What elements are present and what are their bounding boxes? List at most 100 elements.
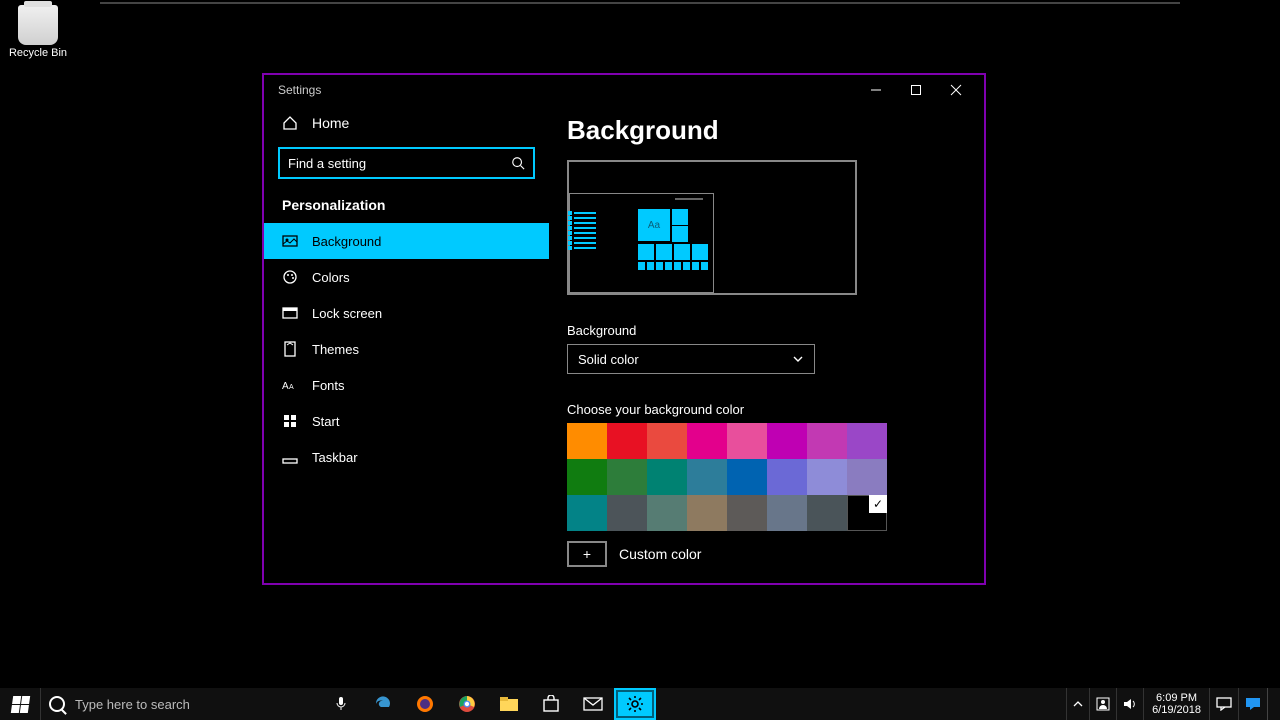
svg-text:A: A [289,384,294,391]
chevron-down-icon [792,353,804,365]
sidebar: Home Personalization Background Colors Loc… [264,105,549,583]
system-tray: 6:09 PM 6/19/2018 [1066,688,1280,720]
nav-item-background[interactable]: Background [264,223,549,259]
nav-icon [282,305,298,321]
background-preview: Aa [567,160,857,295]
desktop-icon-recycle-bin[interactable]: Recycle Bin [8,5,68,59]
color-swatch[interactable] [807,495,847,531]
taskbar: Type here to search 6:09 PM 6/19/2018 [0,688,1280,720]
chrome-icon[interactable] [446,688,488,720]
windows-logo-icon [10,696,29,713]
nav-label: Colors [312,270,350,285]
color-swatch[interactable] [607,423,647,459]
tray-overflow-icon[interactable] [1066,688,1089,720]
titlebar[interactable]: Settings [264,75,984,105]
section-header: Personalization [264,189,549,223]
search-icon [511,156,525,170]
color-swatch[interactable] [687,459,727,495]
minimize-button[interactable] [856,75,896,105]
nav-item-themes[interactable]: Themes [264,331,549,367]
store-icon[interactable] [530,688,572,720]
window-title: Settings [272,83,856,97]
color-swatch[interactable] [647,495,687,531]
edge-icon[interactable] [362,688,404,720]
color-swatch[interactable] [767,459,807,495]
cortana-icon [49,696,65,712]
recycle-bin-icon [18,5,58,45]
color-grid [567,423,966,531]
color-swatch[interactable] [687,423,727,459]
color-swatch[interactable] [567,423,607,459]
custom-color-label: Custom color [619,546,701,562]
background-type-dropdown[interactable]: Solid color [567,344,815,374]
tray-people-icon[interactable] [1089,688,1116,720]
color-swatch[interactable] [647,423,687,459]
taskbar-search[interactable]: Type here to search [40,688,320,720]
color-swatch[interactable] [767,495,807,531]
page-heading: Background [567,115,966,146]
settings-search[interactable] [278,147,535,179]
window-top-edge [100,2,1180,4]
color-swatch[interactable] [647,459,687,495]
nav-label: Taskbar [312,450,358,465]
tray-clock[interactable]: 6:09 PM 6/19/2018 [1143,688,1209,720]
nav-item-fonts[interactable]: AA Fonts [264,367,549,403]
close-button[interactable] [936,75,976,105]
color-swatch[interactable] [767,423,807,459]
tray-action-center-icon[interactable] [1238,688,1267,720]
color-swatch[interactable] [807,423,847,459]
color-swatch[interactable] [607,495,647,531]
settings-search-input[interactable] [288,156,511,171]
desktop-icon-label: Recycle Bin [8,47,68,59]
color-swatch[interactable] [567,459,607,495]
tray-volume-icon[interactable] [1116,688,1143,720]
background-type-label: Background [567,323,966,338]
maximize-button[interactable] [896,75,936,105]
color-swatch[interactable] [727,495,767,531]
tray-time: 6:09 PM [1156,692,1197,704]
color-swatch[interactable] [847,459,887,495]
color-swatch[interactable] [687,495,727,531]
home-icon [282,115,298,131]
nav-item-taskbar[interactable]: Taskbar [264,439,549,475]
content-pane: Background Aa [549,105,984,583]
file-explorer-icon[interactable] [488,688,530,720]
tray-date: 6/19/2018 [1152,704,1201,716]
color-swatch[interactable] [727,459,767,495]
nav-icon: AA [282,377,298,393]
tray-notifications-icon[interactable] [1209,688,1238,720]
nav-label: Start [312,414,339,429]
mail-icon[interactable] [572,688,614,720]
choose-color-label: Choose your background color [567,402,966,417]
custom-color-button[interactable]: + [567,541,607,567]
color-swatch[interactable] [847,495,887,531]
color-swatch[interactable] [807,459,847,495]
home-label: Home [312,115,349,131]
svg-text:A: A [282,381,289,392]
nav-icon [282,341,298,357]
color-swatch[interactable] [567,495,607,531]
color-swatch[interactable] [607,459,647,495]
nav-label: Themes [312,342,359,357]
settings-window: Settings Home Perso [262,73,986,585]
nav-icon [282,233,298,249]
dropdown-value: Solid color [578,352,639,367]
color-swatch[interactable] [727,423,767,459]
microphone-icon[interactable] [320,688,362,720]
custom-color-row[interactable]: + Custom color [567,541,966,567]
nav-icon [282,413,298,429]
firefox-icon[interactable] [404,688,446,720]
nav-label: Fonts [312,378,345,393]
nav-item-start[interactable]: Start [264,403,549,439]
nav-icon [282,269,298,285]
start-button[interactable] [0,688,40,720]
nav-icon [282,449,298,465]
show-desktop-button[interactable] [1267,688,1280,720]
settings-taskbar-icon[interactable] [614,688,656,720]
color-swatch[interactable] [847,423,887,459]
nav-label: Background [312,234,381,249]
home-button[interactable]: Home [264,105,549,141]
taskbar-search-placeholder: Type here to search [75,697,190,712]
nav-item-colors[interactable]: Colors [264,259,549,295]
nav-item-lock-screen[interactable]: Lock screen [264,295,549,331]
